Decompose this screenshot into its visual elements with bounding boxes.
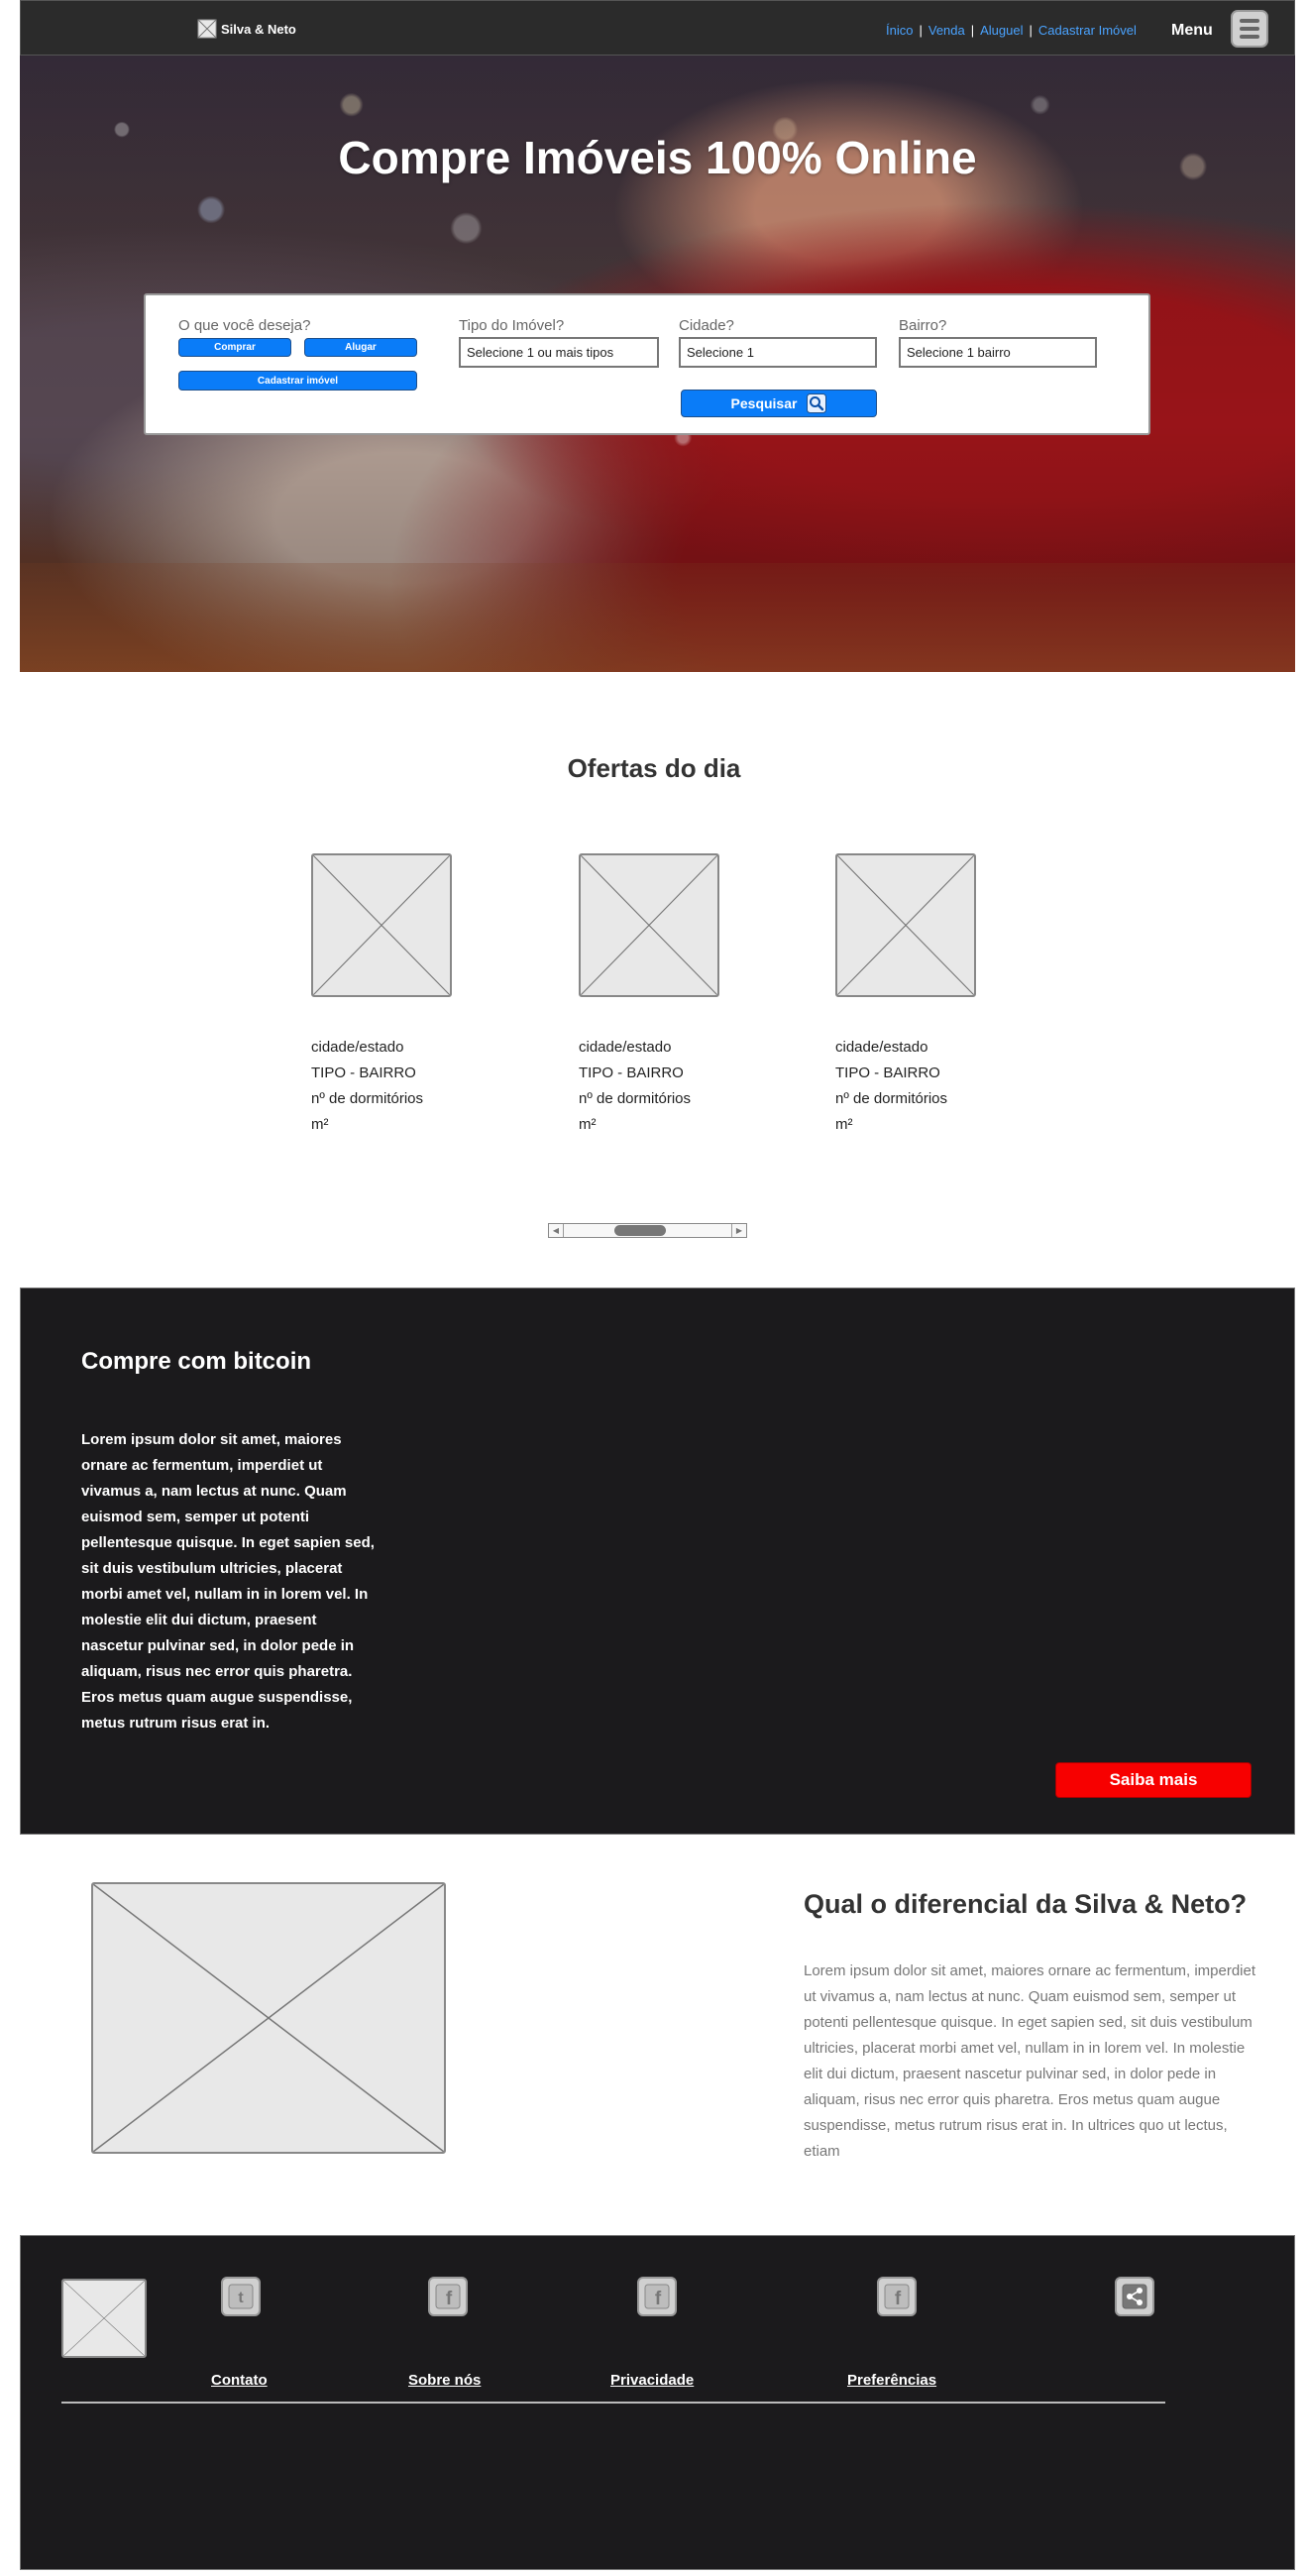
offer-image-placeholder: [835, 853, 976, 997]
nav-link-venda[interactable]: Venda: [928, 23, 965, 38]
svg-text:t: t: [238, 2290, 244, 2306]
offers-carousel-scrollbar[interactable]: ◀ ▶: [548, 1223, 747, 1238]
register-property-button[interactable]: Cadastrar imóvel: [178, 371, 417, 391]
hero-photo-table: [20, 563, 1295, 672]
facebook-glyph-icon: f: [884, 2284, 910, 2309]
offer-details: cidade/estado TIPO - BAIRRO nº de dormit…: [835, 1035, 994, 1138]
offer-city: cidade/estado: [835, 1039, 928, 1056]
nav-link-cadastrar-imovel[interactable]: Cadastrar Imóvel: [1038, 23, 1137, 38]
footer-link-sobre-nos[interactable]: Sobre nós: [408, 2372, 481, 2389]
offer-rooms: nº de dormitórios: [579, 1090, 692, 1107]
buy-button[interactable]: Comprar: [178, 338, 291, 357]
brand-name: Silva & Neto: [221, 21, 296, 37]
footer-logo-placeholder: [61, 2279, 147, 2358]
hamburger-menu-button[interactable]: [1231, 10, 1268, 48]
offer-card[interactable]: cidade/estado TIPO - BAIRRO nº de dormit…: [835, 853, 994, 1138]
twitter-glyph-icon: t: [228, 2284, 254, 2309]
menu-label[interactable]: Menu: [1171, 22, 1213, 40]
offer-area: m²: [835, 1116, 853, 1133]
learn-more-button[interactable]: Saiba mais: [1055, 1762, 1252, 1798]
property-type-label: Tipo do Imóvel?: [459, 317, 565, 334]
bitcoin-section: Compre com bitcoin Lorem ipsum dolor sit…: [20, 1288, 1295, 1835]
rent-button[interactable]: Alugar: [304, 338, 417, 357]
search-button-label: Pesquisar: [730, 395, 798, 411]
offer-type: TIPO - BAIRRO: [311, 1064, 416, 1081]
scroll-left-arrow-icon[interactable]: ◀: [549, 1224, 564, 1237]
offer-card[interactable]: cidade/estado TIPO - BAIRRO nº de dormit…: [311, 853, 470, 1138]
logo-placeholder-icon: [197, 19, 217, 39]
scroll-right-arrow-icon[interactable]: ▶: [731, 1224, 746, 1237]
offer-details: cidade/estado TIPO - BAIRRO nº de dormit…: [311, 1035, 470, 1138]
nav-separator: |: [1029, 23, 1033, 38]
search-panel: O que você deseja? Comprar Alugar Cadast…: [144, 293, 1150, 435]
offer-rooms: nº de dormitórios: [835, 1090, 948, 1107]
property-type-select[interactable]: Selecione 1 ou mais tipos: [459, 337, 659, 368]
image-placeholder-icon: [581, 855, 717, 995]
district-label: Bairro?: [899, 317, 947, 334]
nav-separator: |: [919, 23, 923, 38]
facebook-glyph-icon: f: [435, 2284, 461, 2309]
image-placeholder-icon: [837, 855, 974, 995]
nav-link-inicio[interactable]: Ínico: [886, 23, 913, 38]
facebook-icon[interactable]: f: [428, 2277, 468, 2316]
offer-image-placeholder: [579, 853, 719, 997]
brand-logo[interactable]: Silva & Neto: [197, 19, 296, 39]
share-icon[interactable]: [1115, 2277, 1154, 2316]
svg-text:f: f: [446, 2289, 453, 2309]
main-nav: Ínico | Venda | Aluguel | Cadastrar Imóv…: [886, 23, 1137, 38]
offer-area: m²: [579, 1116, 597, 1133]
hero-title: Compre Imóveis 100% Online: [338, 132, 977, 183]
top-header: Silva & Neto Ínico | Venda | Aluguel | C…: [20, 0, 1295, 56]
offer-rooms: nº de dormitórios: [311, 1090, 424, 1107]
hero-banner: Compre Imóveis 100% Online O que você de…: [20, 56, 1295, 672]
nav-separator: |: [970, 23, 975, 38]
search-icon: [807, 393, 827, 413]
city-label: Cidade?: [679, 317, 734, 334]
offer-city: cidade/estado: [579, 1039, 672, 1056]
footer-link-contato[interactable]: Contato: [211, 2372, 268, 2389]
search-button[interactable]: Pesquisar: [681, 390, 877, 417]
svg-text:f: f: [655, 2289, 662, 2309]
offer-city: cidade/estado: [311, 1039, 404, 1056]
differential-title: Qual o diferencial da Silva & Neto?: [804, 1889, 1248, 1919]
scrollbar-thumb[interactable]: [614, 1225, 666, 1236]
twitter-icon[interactable]: t: [221, 2277, 261, 2316]
differential-image-placeholder: [91, 1882, 446, 2154]
bitcoin-title: Compre com bitcoin: [81, 1348, 312, 1375]
facebook-icon[interactable]: f: [637, 2277, 677, 2316]
offers-title: Ofertas do dia: [567, 753, 741, 783]
hamburger-line: [1240, 27, 1259, 31]
offer-area: m²: [311, 1116, 329, 1133]
offer-type: TIPO - BAIRRO: [579, 1064, 684, 1081]
footer-link-privacidade[interactable]: Privacidade: [610, 2372, 694, 2389]
site-footer: t f f f Contato Sobre nós Privacidade Pr…: [20, 2235, 1295, 2570]
offer-type: TIPO - BAIRRO: [835, 1064, 940, 1081]
nav-link-aluguel[interactable]: Aluguel: [980, 23, 1023, 38]
svg-text:f: f: [895, 2289, 902, 2309]
share-glyph-icon: [1122, 2284, 1147, 2309]
facebook-icon[interactable]: f: [877, 2277, 917, 2316]
offer-image-placeholder: [311, 853, 452, 997]
hamburger-line: [1240, 35, 1259, 39]
differential-text: Lorem ipsum dolor sit amet, maiores orna…: [804, 1962, 1255, 2160]
image-placeholder-icon: [313, 855, 450, 995]
city-select[interactable]: Selecione 1: [679, 337, 877, 368]
question-label: O que você deseja?: [178, 317, 311, 334]
facebook-glyph-icon: f: [644, 2284, 670, 2309]
district-select[interactable]: Selecione 1 bairro: [899, 337, 1097, 368]
footer-divider: [61, 2402, 1165, 2404]
bitcoin-text: Lorem ipsum dolor sit amet, maiores orna…: [81, 1431, 375, 1732]
image-placeholder-icon: [63, 2281, 145, 2356]
offer-card[interactable]: cidade/estado TIPO - BAIRRO nº de dormit…: [579, 853, 737, 1138]
hamburger-line: [1240, 19, 1259, 23]
image-placeholder-icon: [93, 1884, 444, 2152]
offer-details: cidade/estado TIPO - BAIRRO nº de dormit…: [579, 1035, 737, 1138]
footer-link-preferencias[interactable]: Preferências: [847, 2372, 936, 2389]
